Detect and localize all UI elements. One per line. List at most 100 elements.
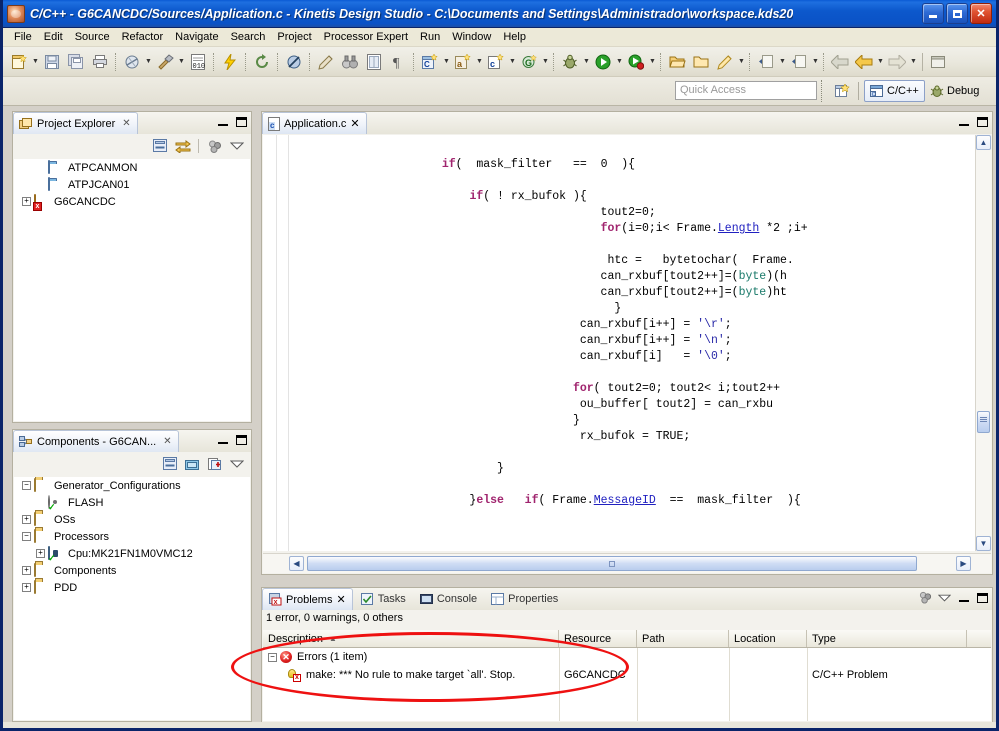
scroll-down-button[interactable]: ▼ (976, 536, 991, 551)
menu-item-help[interactable]: Help (497, 29, 532, 45)
column-header-description[interactable]: Description ▲ (263, 630, 559, 647)
expand-toggle[interactable]: + (36, 549, 45, 558)
expand-toggle[interactable]: + (22, 566, 31, 575)
maximize-button[interactable] (946, 3, 968, 24)
external-tools-icon[interactable] (625, 51, 647, 73)
run-icon[interactable] (592, 51, 614, 73)
expand-toggle[interactable]: + (22, 197, 31, 206)
scroll-up-button[interactable]: ▲ (976, 135, 991, 150)
expand-toggle[interactable]: + (22, 515, 31, 524)
chevron-down-icon[interactable]: ▼ (876, 51, 885, 73)
forward-history-icon[interactable] (853, 51, 875, 73)
open-perspective-icon[interactable] (831, 81, 853, 101)
chevron-down-icon[interactable]: ▼ (615, 51, 624, 73)
column-header-resource[interactable]: Resource (559, 630, 637, 647)
collapse-toggle[interactable]: − (22, 481, 31, 490)
new-class-icon[interactable]: a (452, 51, 474, 73)
import-component-icon[interactable] (206, 456, 223, 473)
minimize-icon[interactable] (216, 433, 229, 446)
debug-bug-icon[interactable] (559, 51, 581, 73)
chevron-down-icon[interactable]: ▼ (541, 51, 550, 73)
view-menu-icon[interactable] (938, 591, 951, 604)
previous-annotation-icon[interactable] (788, 51, 810, 73)
quick-access-input[interactable]: Quick Access (675, 81, 817, 100)
menu-item-edit[interactable]: Edit (38, 29, 69, 45)
tab-components[interactable]: Components - G6CAN... ✕ (13, 430, 179, 452)
table-row[interactable]: − ✕ Errors (1 item) (263, 648, 991, 666)
tree-node[interactable]: + PDD (14, 579, 250, 596)
binary-010-icon[interactable]: 010 (187, 51, 209, 73)
menu-item-refactor[interactable]: Refactor (116, 29, 170, 45)
chevron-down-icon[interactable]: ▼ (778, 51, 787, 73)
collapse-all-icon[interactable] (152, 138, 169, 155)
refresh-icon[interactable] (251, 51, 273, 73)
menu-item-search[interactable]: Search (225, 29, 272, 45)
maximize-icon[interactable] (976, 115, 989, 128)
vertical-scroll-thumb[interactable] (977, 411, 990, 433)
build-all-icon[interactable] (121, 51, 143, 73)
collapse-all-icon[interactable] (162, 456, 179, 473)
perspective-cpp[interactable]: C C/C++ (864, 80, 925, 102)
maximize-icon[interactable] (235, 433, 248, 446)
chevron-down-icon[interactable]: ▼ (442, 51, 451, 73)
chevron-down-icon[interactable]: ▼ (475, 51, 484, 73)
minimize-icon[interactable] (957, 591, 970, 604)
build-hammer-icon[interactable] (154, 51, 176, 73)
maximize-icon[interactable] (976, 591, 989, 604)
tab-tasks[interactable]: Tasks (355, 588, 412, 610)
save-all-icon[interactable] (65, 51, 87, 73)
tree-node[interactable]: − Generator_Configurations (14, 477, 250, 494)
close-icon[interactable]: ✕ (336, 593, 345, 606)
tab-application-c[interactable]: Application.c ✕ (262, 112, 367, 134)
column-header-type[interactable]: Type (807, 630, 967, 647)
menu-item-source[interactable]: Source (69, 29, 116, 45)
tree-node[interactable]: ✓ FLASH (14, 494, 250, 511)
source-code-viewport[interactable]: if( mask_filter == 0 ){ if( ! rx_bufok )… (263, 135, 977, 551)
open-folder-icon[interactable] (690, 51, 712, 73)
project-explorer-tree[interactable]: ATPCANMON ATPJCAN01 + x G6CANCDC (14, 159, 250, 421)
tab-console[interactable]: Console (414, 588, 483, 610)
scroll-left-button[interactable]: ◀ (289, 556, 304, 571)
menu-item-processor-expert[interactable]: Processor Expert (318, 29, 414, 45)
open-resource-icon[interactable] (666, 51, 688, 73)
link-with-editor-icon[interactable] (174, 138, 191, 155)
chevron-down-icon[interactable]: ▼ (177, 51, 186, 73)
menu-item-window[interactable]: Window (446, 29, 497, 45)
minimize-icon[interactable] (957, 115, 970, 128)
collapse-toggle[interactable]: − (22, 532, 31, 541)
minimize-button[interactable] (922, 3, 944, 24)
print-icon[interactable] (89, 51, 111, 73)
close-icon[interactable]: ✕ (163, 436, 171, 447)
tree-node[interactable]: − Processors (14, 528, 250, 545)
menu-item-run[interactable]: Run (414, 29, 446, 45)
minimize-icon[interactable] (216, 115, 229, 128)
binoculars-icon[interactable] (339, 51, 361, 73)
tree-node[interactable]: + OSs (14, 511, 250, 528)
chevron-down-icon[interactable]: ▼ (648, 51, 657, 73)
tab-properties[interactable]: Properties (485, 588, 564, 610)
new-c-source-icon[interactable]: c (485, 51, 507, 73)
chevron-down-icon[interactable]: ▼ (31, 51, 40, 73)
close-icon[interactable]: ✕ (350, 117, 359, 130)
perspective-debug[interactable]: Debug (925, 80, 984, 102)
expand-toggle[interactable]: + (22, 583, 31, 592)
scroll-right-button[interactable]: ▶ (956, 556, 971, 571)
menu-item-navigate[interactable]: Navigate (169, 29, 224, 45)
column-header-location[interactable]: Location (729, 630, 807, 647)
search-pencil-icon[interactable] (714, 51, 736, 73)
save-icon[interactable] (41, 51, 63, 73)
editor-horizontal-scrollbar[interactable]: ◀ ▶ (263, 553, 991, 573)
new-icon[interactable] (8, 51, 30, 73)
chevron-down-icon[interactable]: ▼ (144, 51, 153, 73)
column-header-path[interactable]: Path (637, 630, 729, 647)
tree-node[interactable]: ATPJCAN01 (14, 176, 250, 193)
close-button[interactable]: ✕ (970, 3, 992, 24)
toggle-block-selection-icon[interactable] (363, 51, 385, 73)
problems-table[interactable]: Description ▲ Resource Path Location Type − ✕ E… (263, 630, 991, 721)
tree-node[interactable]: + Components (14, 562, 250, 579)
tab-problems[interactable]: x Problems ✕ (262, 588, 353, 610)
new-editor-icon[interactable] (928, 51, 950, 73)
maximize-icon[interactable] (235, 115, 248, 128)
view-menu-icon[interactable] (228, 456, 245, 473)
show-whitespace-icon[interactable]: ¶ (387, 51, 409, 73)
